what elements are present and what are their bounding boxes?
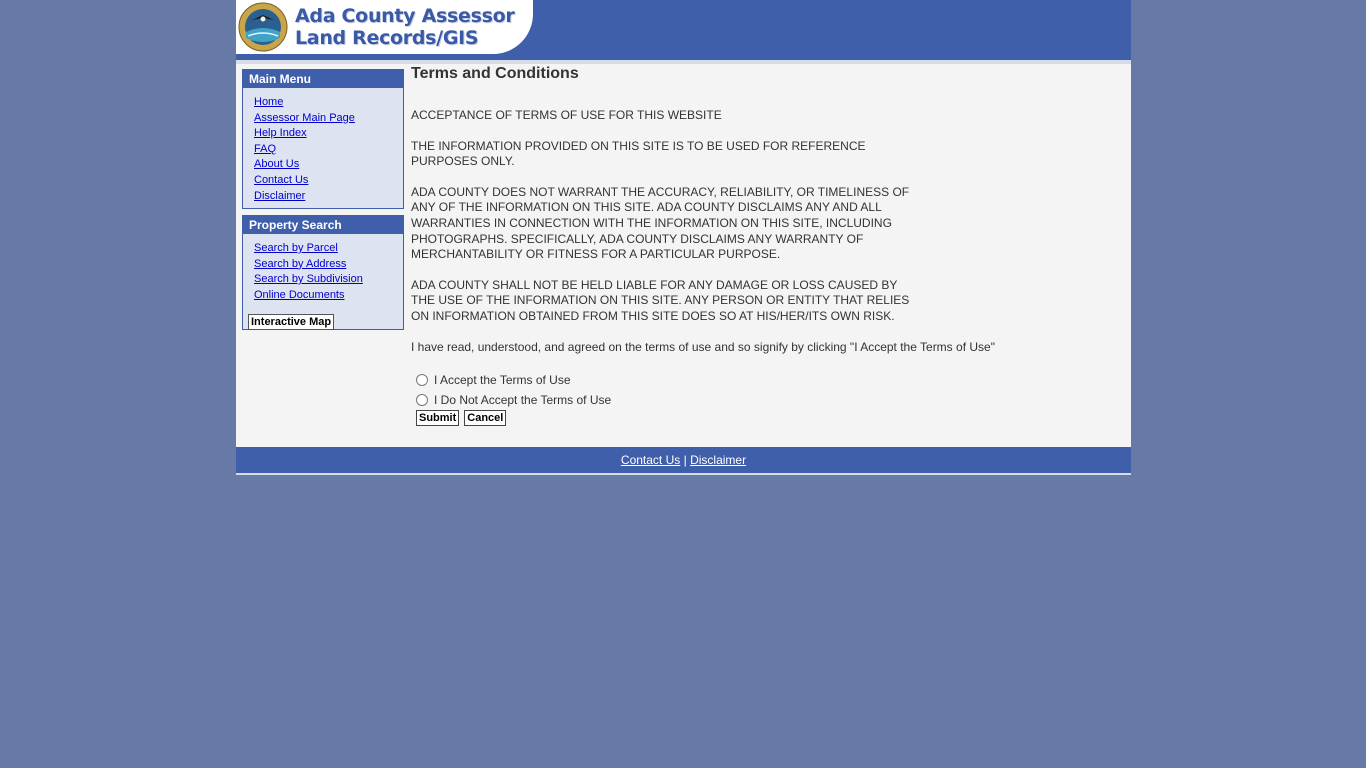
- decline-terms-label[interactable]: I Do Not Accept the Terms of Use: [434, 393, 611, 407]
- accept-terms-radio[interactable]: [416, 374, 428, 387]
- menu-link-contact-us[interactable]: Contact Us: [254, 173, 403, 189]
- menu-link-about-us[interactable]: About Us: [254, 157, 403, 173]
- property-search-title: Property Search: [243, 216, 403, 234]
- interactive-map-button[interactable]: Interactive Map: [248, 314, 335, 331]
- terms-section: Terms and Conditions ACCEPTANCE OF TERMS…: [411, 65, 1111, 427]
- property-search-links: Search by Parcel Search by Address Searc…: [243, 234, 403, 307]
- terms-paragraph-warranty: ADA COUNTY DOES NOT WARRANT THE ACCURACY…: [411, 184, 910, 262]
- cancel-button[interactable]: Cancel: [464, 410, 507, 427]
- terms-paragraph-liability: ADA COUNTY SHALL NOT BE HELD LIABLE FOR …: [411, 277, 910, 323]
- terms-paragraph-reference: THE INFORMATION PROVIDED ON THIS SITE IS…: [411, 138, 866, 169]
- form-buttons: Submit Cancel: [416, 410, 1111, 427]
- menu-link-home[interactable]: Home: [254, 95, 403, 111]
- main-menu-links: Home Assessor Main Page Help Index FAQ A…: [243, 88, 403, 208]
- menu-link-disclaimer[interactable]: Disclaimer: [254, 189, 403, 205]
- decline-option: I Do Not Accept the Terms of Use: [416, 390, 1111, 410]
- page-title: Terms and Conditions: [411, 65, 579, 82]
- accept-terms-label[interactable]: I Accept the Terms of Use: [434, 373, 571, 387]
- menu-link-help-index[interactable]: Help Index: [254, 126, 403, 142]
- decline-terms-radio[interactable]: [416, 394, 428, 407]
- logo-title-line2: Land Records/GIS: [295, 27, 479, 49]
- page-container: Ada County Assessor Land Records/GIS Mai…: [236, 0, 1131, 475]
- menu-link-assessor-main-page[interactable]: Assessor Main Page: [254, 111, 403, 127]
- search-by-subdivision-link[interactable]: Search by Subdivision: [254, 272, 403, 288]
- terms-paragraph-acceptance: ACCEPTANCE OF TERMS OF USE FOR THIS WEBS…: [411, 108, 722, 122]
- property-search-menu: Property Search Search by Parcel Search …: [242, 215, 404, 331]
- search-by-address-link[interactable]: Search by Address: [254, 257, 403, 273]
- site-logo[interactable]: Ada County Assessor Land Records/GIS: [236, 0, 533, 54]
- main-menu: Main Menu Home Assessor Main Page Help I…: [242, 69, 404, 209]
- footer-contact-link[interactable]: Contact Us: [621, 453, 680, 467]
- online-documents-link[interactable]: Online Documents: [254, 288, 403, 304]
- footer-disclaimer-link[interactable]: Disclaimer: [690, 453, 746, 467]
- agreement-statement: I have read, understood, and agreed on t…: [411, 339, 995, 354]
- accept-option: I Accept the Terms of Use: [416, 370, 1111, 390]
- submit-button[interactable]: Submit: [416, 410, 460, 427]
- ada-county-seal-icon: [238, 2, 288, 52]
- content-area: Main Menu Home Assessor Main Page Help I…: [236, 64, 1131, 447]
- main-menu-title: Main Menu: [243, 70, 403, 88]
- site-footer: Contact Us | Disclaimer: [236, 447, 1131, 475]
- logo-title-line1: Ada County Assessor: [295, 5, 515, 27]
- search-by-parcel-link[interactable]: Search by Parcel: [254, 241, 403, 257]
- menu-link-faq[interactable]: FAQ: [254, 142, 403, 158]
- footer-separator: |: [683, 453, 687, 467]
- site-header: Ada County Assessor Land Records/GIS: [236, 0, 1131, 64]
